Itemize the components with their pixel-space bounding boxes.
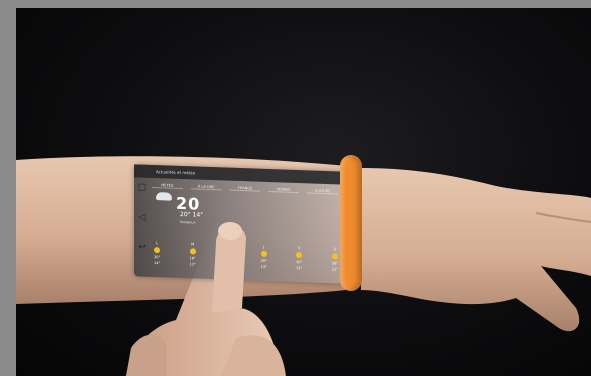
image-frame: Actualités et météo ▢ ◁ ↩ MÉTÉO À LA UNE… <box>0 0 591 376</box>
index-finger <box>212 222 246 313</box>
photo: Actualités et météo ▢ ◁ ↩ MÉTÉO À LA UNE… <box>16 8 591 376</box>
